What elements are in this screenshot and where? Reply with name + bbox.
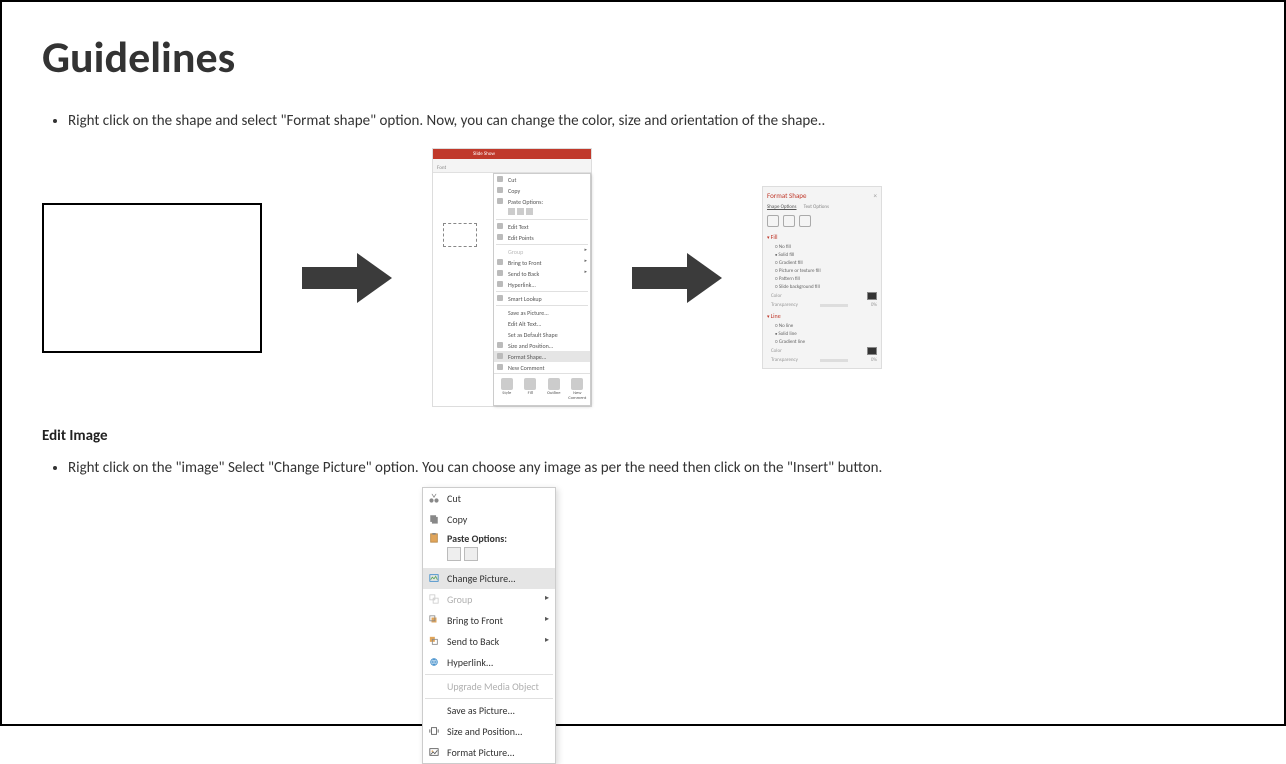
mini-new-comment[interactable]: New Comment <box>568 378 588 401</box>
menu-save-as-picture[interactable]: Save as Picture... <box>494 307 590 318</box>
opt-gradient-line[interactable]: Gradient line <box>767 338 877 346</box>
format-shape-category-icons <box>767 215 877 227</box>
slide-canvas <box>433 173 493 406</box>
menu-set-as-default-shape[interactable]: Set as Default Shape <box>494 329 590 340</box>
menu-edit-points[interactable]: Edit Points <box>494 232 590 243</box>
menu2-size-and-position[interactable]: Size and Position... <box>423 721 555 742</box>
arrow-icon <box>632 253 722 303</box>
selected-shape <box>443 223 477 247</box>
mini-outline[interactable]: Outline <box>544 378 564 401</box>
menu-bring-to-front[interactable]: Bring to Front <box>494 257 590 268</box>
bullet-list-1: Right click on the shape and select "For… <box>58 112 1244 130</box>
opt-no-line[interactable]: No line <box>767 322 877 330</box>
ribbon-bar: Slide Show <box>433 149 591 159</box>
image-context-menu: Cut Copy Paste Options: Change Picture..… <box>422 487 556 764</box>
field-transparency[interactable]: Transparency0% <box>767 301 877 309</box>
close-icon[interactable]: × <box>874 191 878 200</box>
section-line[interactable]: Line <box>767 312 877 320</box>
menu-paste-options-label: Paste Options: <box>494 196 590 207</box>
menu2-paste-options[interactable] <box>423 545 555 568</box>
mini-toolbar: Style Fill Outline New Comment <box>494 373 590 405</box>
menu-hyperlink[interactable]: Hyperlink... <box>494 279 590 290</box>
menu-new-comment[interactable]: New Comment <box>494 362 590 373</box>
format-shape-pane: × Format Shape Shape Options Text Option… <box>762 186 882 369</box>
size-props-icon[interactable] <box>799 215 811 227</box>
menu2-upgrade-media: Upgrade Media Object <box>423 676 555 697</box>
field-color[interactable]: Color <box>767 291 877 301</box>
page-title: Guidelines <box>42 30 1244 84</box>
tab-shape-options[interactable]: Shape Options <box>767 204 797 210</box>
menu-send-to-back[interactable]: Send to Back <box>494 268 590 279</box>
menu-smart-lookup[interactable]: Smart Lookup <box>494 293 590 304</box>
opt-no-fill[interactable]: No fill <box>767 243 877 251</box>
shape-context-menu: Cut Copy Paste Options: Edit Text Edit P… <box>493 173 591 406</box>
menu-cut[interactable]: Cut <box>494 174 590 185</box>
field-line-transparency[interactable]: Transparency0% <box>767 356 877 364</box>
fill-line-icon[interactable] <box>767 215 779 227</box>
menu2-group: Group <box>423 589 555 610</box>
illustration-row-1: Slide Show Cut Copy Paste Options: Edit … <box>42 148 1244 407</box>
section-fill[interactable]: Fill <box>767 233 877 241</box>
opt-slide-background-fill[interactable]: Slide background fill <box>767 283 877 291</box>
menu-edit-alt-text[interactable]: Edit Alt Text... <box>494 318 590 329</box>
menu-group: Group <box>494 246 590 257</box>
menu-paste-options[interactable] <box>494 207 590 218</box>
context-menu-figure: Slide Show Cut Copy Paste Options: Edit … <box>432 148 592 407</box>
mini-fill[interactable]: Fill <box>521 378 541 401</box>
bullet-2: Right click on the "image" Select "Chang… <box>68 459 1244 477</box>
menu-copy[interactable]: Copy <box>494 185 590 196</box>
menu2-copy[interactable]: Copy <box>423 509 555 530</box>
bullet-list-2: Right click on the "image" Select "Chang… <box>58 459 1244 477</box>
opt-gradient-fill[interactable]: Gradient fill <box>767 259 877 267</box>
ribbon-tab: Slide Show <box>433 151 495 157</box>
menu2-send-to-back[interactable]: Send to Back <box>423 631 555 652</box>
bullet-1: Right click on the shape and select "For… <box>68 112 1244 130</box>
opt-picture-texture-fill[interactable]: Picture or texture fill <box>767 267 877 275</box>
menu-edit-text[interactable]: Edit Text <box>494 221 590 232</box>
field-line-color[interactable]: Color <box>767 346 877 356</box>
arrow-icon <box>302 253 392 303</box>
subhead-edit-image: Edit Image <box>42 427 1244 445</box>
menu-format-shape[interactable]: Format Shape... <box>494 351 590 362</box>
menu2-hyperlink[interactable]: Hyperlink... <box>423 652 555 673</box>
menu2-format-picture[interactable]: Format Picture... <box>423 742 555 763</box>
tab-text-options[interactable]: Text Options <box>804 204 829 210</box>
menu2-change-picture[interactable]: Change Picture... <box>423 568 555 589</box>
menu-size-and-position[interactable]: Size and Position... <box>494 340 590 351</box>
effects-icon[interactable] <box>783 215 795 227</box>
example-rectangle-shape <box>42 203 262 353</box>
menu2-paste-options-label: Paste Options: <box>423 530 555 545</box>
menu2-bring-to-front[interactable]: Bring to Front <box>423 610 555 631</box>
opt-solid-fill[interactable]: Solid fill <box>767 251 877 259</box>
menu2-save-as-picture[interactable]: Save as Picture... <box>423 700 555 721</box>
format-shape-title: Format Shape <box>767 191 877 200</box>
ribbon-toolbar <box>433 159 591 173</box>
opt-solid-line[interactable]: Solid line <box>767 330 877 338</box>
menu2-cut[interactable]: Cut <box>423 488 555 509</box>
mini-style[interactable]: Style <box>497 378 517 401</box>
format-shape-subtabs: Shape Options Text Options <box>767 204 877 210</box>
opt-pattern-fill[interactable]: Pattern fill <box>767 275 877 283</box>
